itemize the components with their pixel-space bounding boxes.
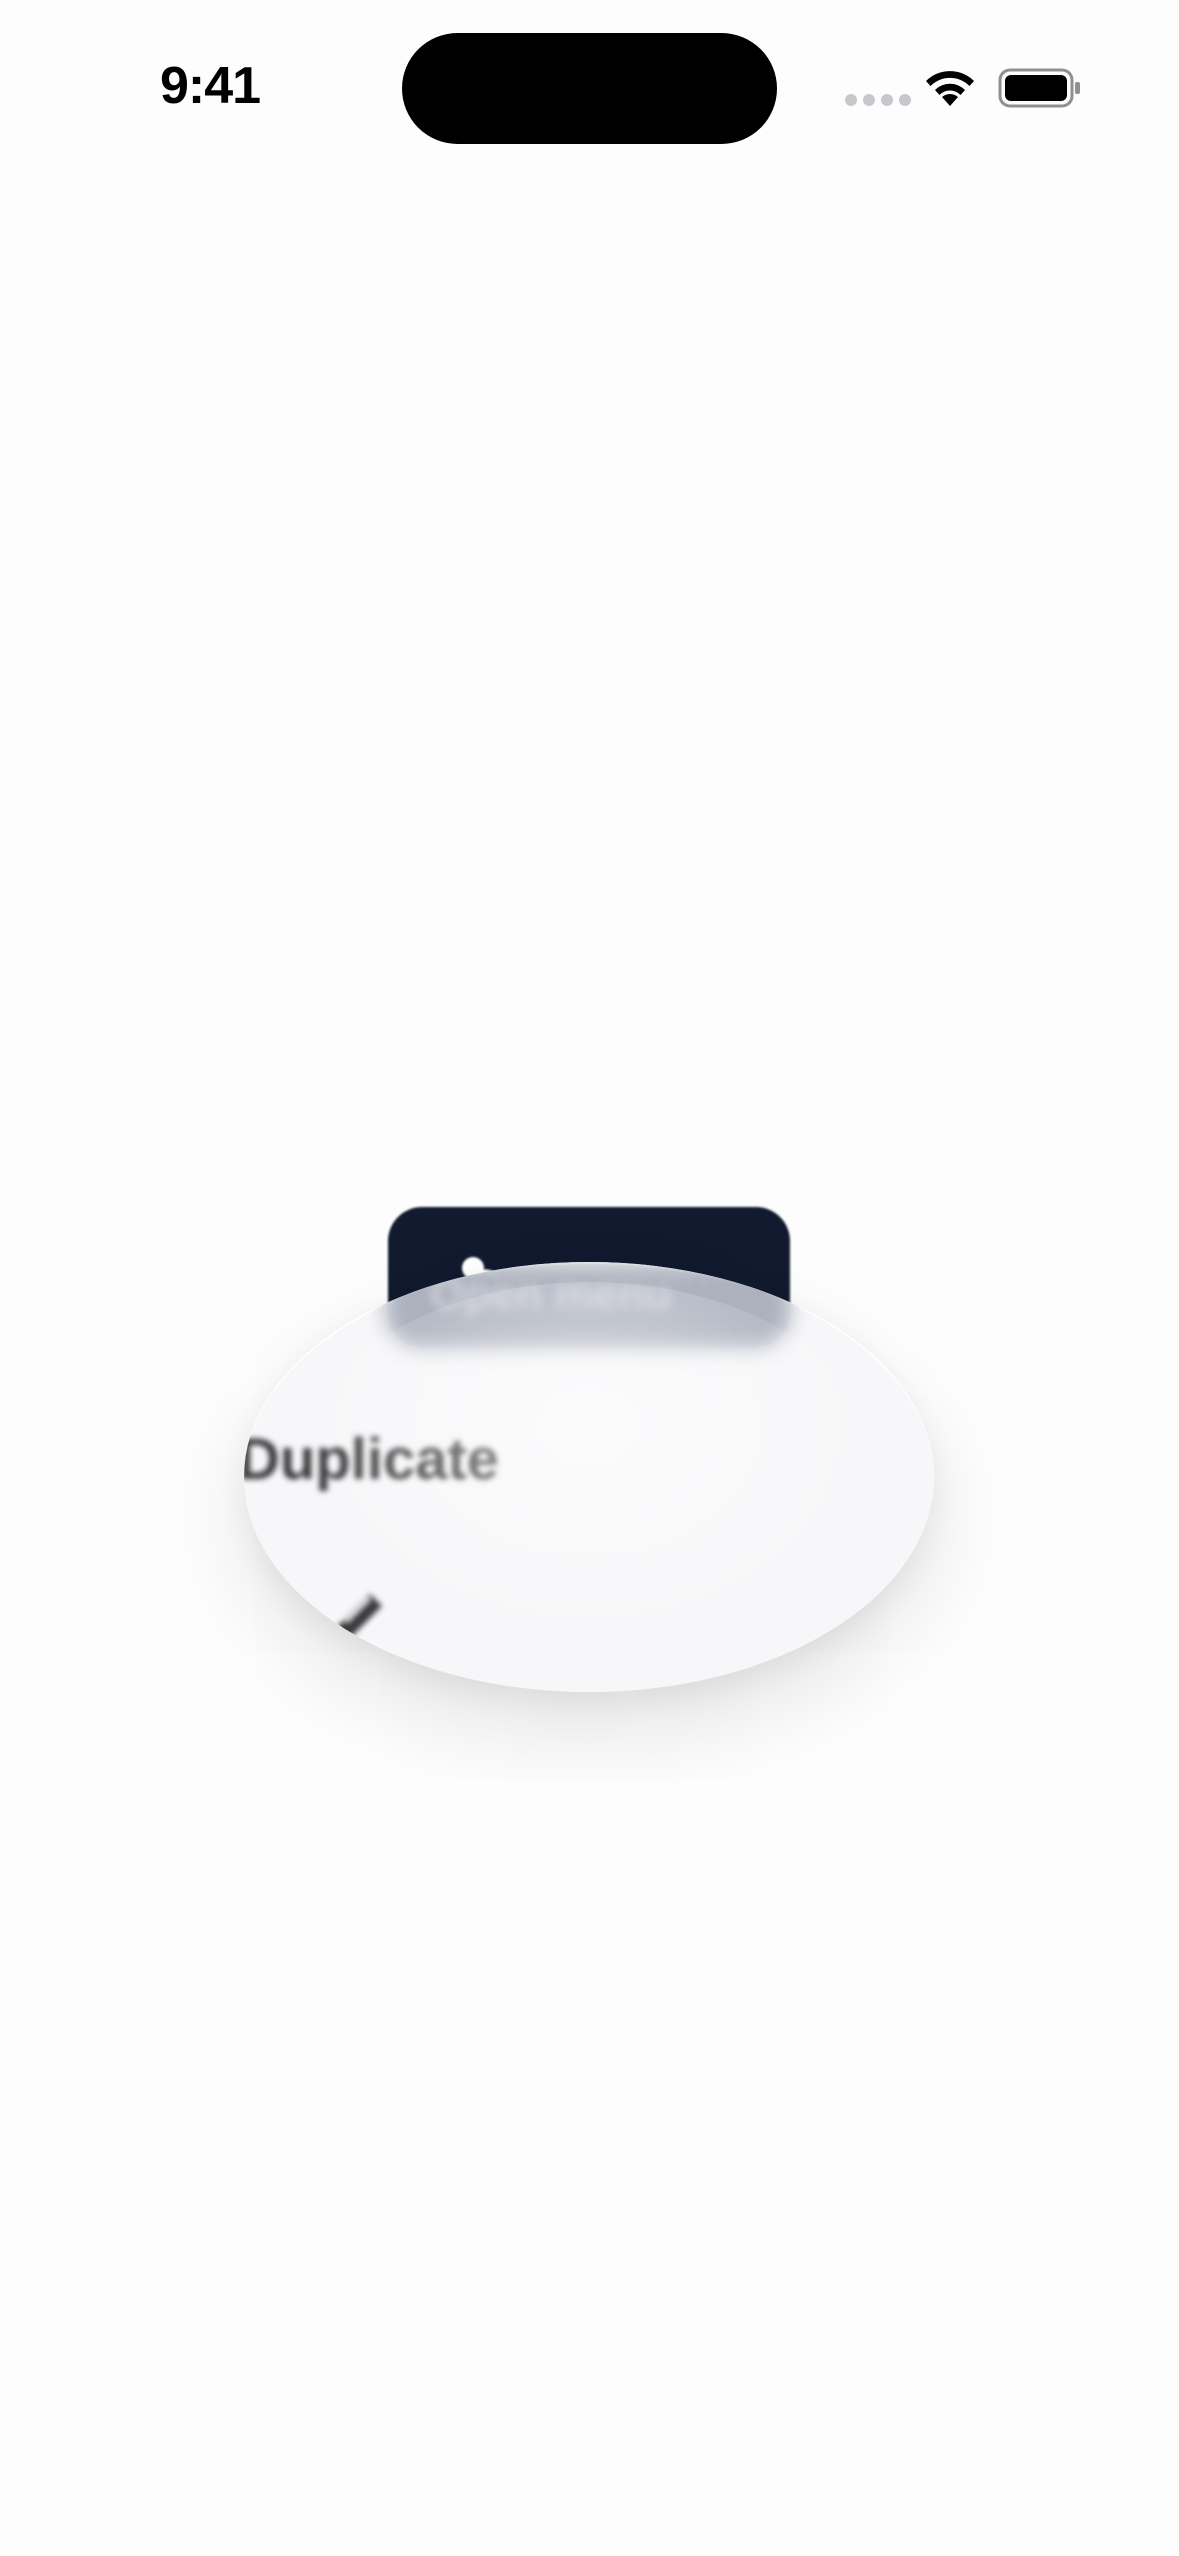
cellular-signal-icon [845, 94, 911, 106]
menu-trigger-ghost-label: Open menu [430, 1270, 673, 1319]
status-time: 9:41 [160, 57, 261, 115]
context-menu[interactable]: Open menu Duplicate [244, 1262, 934, 1692]
menu-item-duplicate[interactable]: Duplicate [244, 1426, 499, 1493]
status-bar: 9:41 [0, 0, 1179, 180]
menu-item-edit[interactable] [324, 1582, 394, 1666]
dynamic-island [402, 33, 777, 144]
wifi-icon [926, 71, 974, 106]
signal-dot [845, 94, 857, 106]
pencil-icon [332, 1594, 382, 1644]
signal-dot [863, 94, 875, 106]
signal-dot [899, 94, 911, 106]
signal-dot [881, 94, 893, 106]
menu-item-label: Duplicate [244, 1427, 500, 1492]
battery-icon [998, 68, 1080, 108]
